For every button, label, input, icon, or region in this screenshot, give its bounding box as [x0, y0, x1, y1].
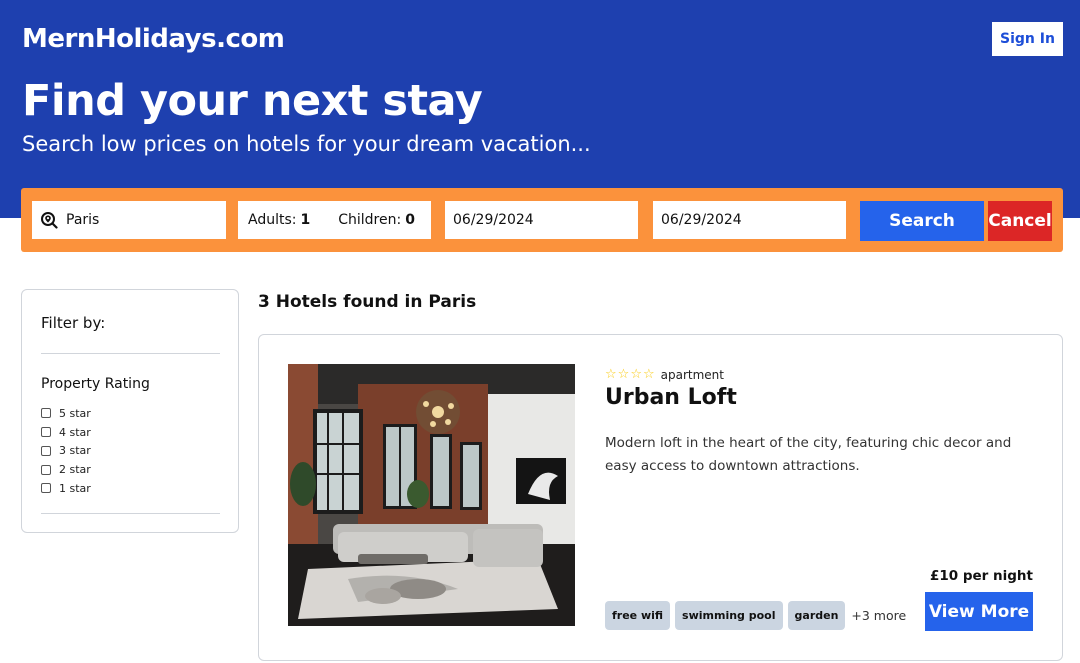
star-icon: ☆ [630, 367, 642, 382]
view-more-button[interactable]: View More [925, 592, 1033, 631]
facilities-list: free wifi swimming pool garden +3 more [605, 601, 906, 630]
search-bar: Paris Adults: 1 Children: 0 06/29/2024 0… [21, 188, 1063, 252]
children-label: Children: [338, 212, 402, 228]
rating-option-label: 1 star [59, 481, 91, 495]
divider [41, 353, 220, 354]
children-value: 0 [405, 212, 415, 228]
brand-logo[interactable]: MernHolidays.com [22, 24, 285, 54]
hotel-rating: ☆ ☆ ☆ ☆ apartment [605, 367, 724, 382]
checkbox[interactable] [41, 483, 51, 494]
page-headline: Find your next stay [22, 76, 483, 126]
check-out-date-input[interactable]: 06/29/2024 [653, 201, 846, 239]
destination-input[interactable]: Paris [32, 201, 226, 239]
rating-option-2[interactable]: 2 star [41, 460, 91, 479]
hotel-photo[interactable] [288, 364, 575, 626]
destination-value: Paris [66, 212, 100, 228]
results-count-heading: 3 Hotels found in Paris [258, 292, 477, 312]
rating-option-label: 2 star [59, 463, 91, 477]
page-subheadline: Search low prices on hotels for your dre… [22, 132, 591, 156]
rating-option-label: 4 star [59, 425, 91, 439]
checkbox[interactable] [41, 445, 51, 456]
hotel-card: ☆ ☆ ☆ ☆ apartment Urban Loft Modern loft… [258, 334, 1063, 661]
hero-banner: MernHolidays.com Sign In Find your next … [0, 0, 1080, 218]
adults-value: 1 [300, 212, 311, 228]
star-icon: ☆ [605, 367, 617, 382]
search-button[interactable]: Search [860, 201, 984, 241]
adults-label: Adults: [248, 212, 297, 228]
facility-chip: free wifi [605, 601, 671, 630]
sign-in-button[interactable]: Sign In [992, 22, 1063, 56]
map-search-icon [40, 211, 58, 229]
children-field[interactable]: Children: 0 [338, 212, 415, 228]
rating-option-4[interactable]: 4 star [41, 423, 91, 442]
hotel-description: Modern loft in the heart of the city, fe… [605, 435, 1012, 474]
star-icon: ☆ [642, 367, 655, 382]
rating-option-5[interactable]: 5 star [41, 404, 91, 423]
facility-chip: swimming pool [675, 601, 783, 630]
filter-title: Filter by: [41, 314, 106, 332]
cancel-button[interactable]: Cancel [988, 201, 1052, 241]
rating-option-label: 5 star [59, 406, 91, 420]
checkbox[interactable] [41, 408, 51, 419]
rating-option-label: 3 star [59, 444, 91, 458]
price-per-night: £10 per night [929, 568, 1033, 584]
divider [41, 513, 220, 514]
hotel-name[interactable]: Urban Loft [605, 385, 737, 410]
more-facilities: +3 more [851, 608, 907, 623]
property-rating-options: 5 star 4 star 3 star 2 star 1 star [41, 404, 91, 498]
check-in-date-input[interactable]: 06/29/2024 [445, 201, 638, 239]
adults-field[interactable]: Adults: 1 [248, 212, 310, 228]
rating-option-3[interactable]: 3 star [41, 442, 91, 461]
facility-chip: garden [787, 601, 846, 630]
star-icon: ☆ [617, 367, 630, 382]
checkbox[interactable] [41, 464, 51, 475]
property-rating-heading: Property Rating [41, 376, 150, 392]
guests-field[interactable]: Adults: 1 Children: 0 [238, 201, 431, 239]
hotel-type: apartment [660, 367, 724, 382]
filter-panel: Filter by: Property Rating 5 star 4 star… [21, 289, 239, 533]
rating-option-1[interactable]: 1 star [41, 479, 91, 498]
checkbox[interactable] [41, 427, 51, 438]
